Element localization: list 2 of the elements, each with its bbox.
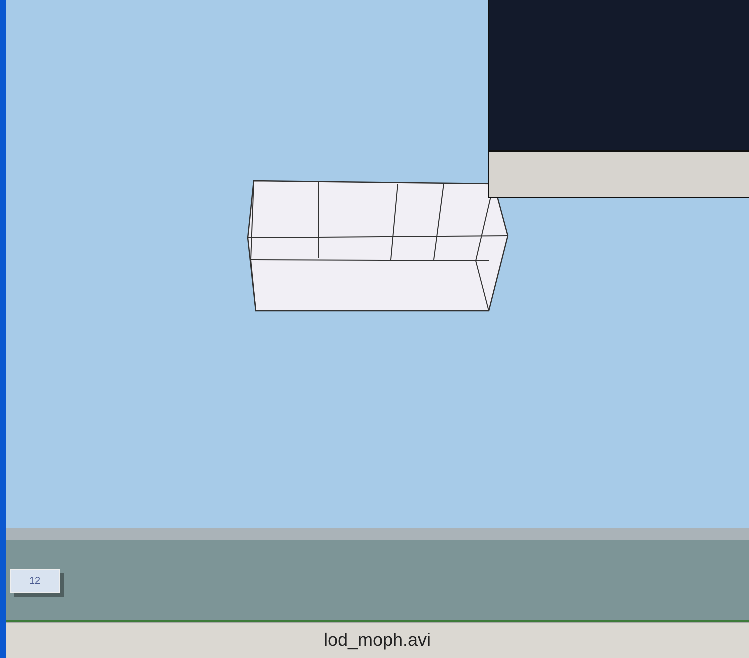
timeline-track[interactable]: 12 <box>6 528 749 622</box>
file-name: lod_moph.avi <box>324 630 432 651</box>
